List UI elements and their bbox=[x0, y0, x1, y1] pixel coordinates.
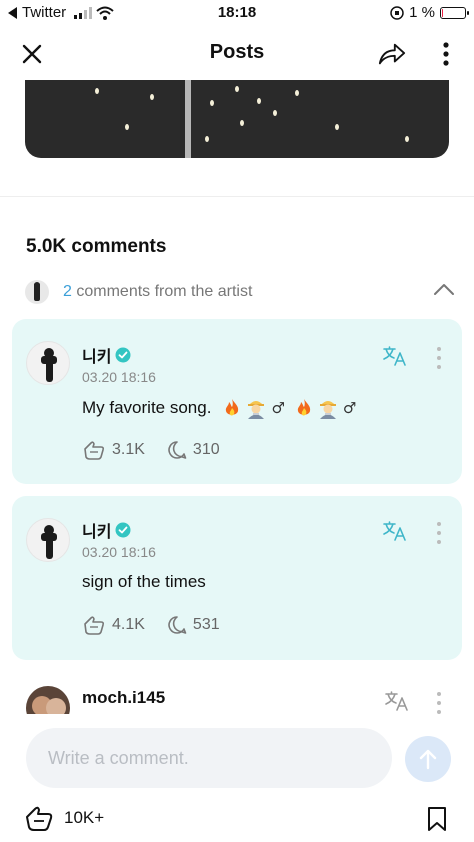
comment-date: 03.20 18:16 bbox=[82, 369, 156, 385]
comments-count: 5.0K comments bbox=[26, 236, 167, 257]
translate-icon[interactable] bbox=[382, 520, 408, 542]
status-bar: Twitter 18:18 1 % bbox=[0, 0, 474, 26]
light-speck bbox=[95, 88, 99, 94]
battery-icon bbox=[440, 6, 469, 19]
fire-emoji-icon bbox=[226, 399, 239, 416]
reply-icon[interactable] bbox=[167, 440, 187, 460]
post-image[interactable] bbox=[25, 80, 449, 158]
comment-date: 03.20 18:16 bbox=[82, 544, 156, 560]
light-speck bbox=[295, 90, 299, 96]
author-name: 니키 bbox=[82, 524, 112, 541]
avatar[interactable] bbox=[26, 518, 70, 562]
post-like-button[interactable]: 10K+ bbox=[24, 804, 104, 832]
arrow-up-icon bbox=[419, 749, 437, 770]
translate-icon[interactable] bbox=[384, 690, 410, 712]
artist-comments-text: comments from the artist bbox=[76, 283, 253, 300]
verified-badge-icon bbox=[115, 522, 131, 538]
comment-text: My favorite song. bbox=[82, 398, 212, 417]
comment-stats: 4.1K 531 bbox=[82, 614, 220, 636]
dot bbox=[437, 692, 441, 696]
bookmark-icon[interactable] bbox=[426, 806, 448, 832]
male-sign-icon: ♂ bbox=[342, 399, 357, 417]
reply-icon[interactable] bbox=[167, 615, 187, 635]
send-button[interactable] bbox=[405, 736, 451, 782]
comment-body: My favorite song. ♂ ♂ bbox=[82, 397, 362, 419]
light-speck bbox=[235, 86, 239, 92]
comment-text: sign of the times bbox=[82, 572, 206, 591]
verified-badge-icon bbox=[115, 347, 131, 363]
light-speck bbox=[257, 98, 261, 104]
reply-count: 531 bbox=[192, 616, 220, 633]
comment-body: sign of the times bbox=[82, 572, 206, 592]
divider bbox=[0, 196, 474, 197]
light-speck bbox=[273, 110, 277, 116]
share-icon bbox=[378, 43, 406, 65]
comment-more-button[interactable] bbox=[436, 692, 442, 714]
avatar[interactable] bbox=[26, 686, 70, 714]
top-nav: Posts bbox=[0, 28, 474, 78]
comment-author[interactable]: 니키 bbox=[82, 518, 131, 542]
light-speck bbox=[210, 100, 214, 106]
more-vertical-icon bbox=[443, 42, 449, 66]
light-speck bbox=[125, 124, 129, 130]
more-options-button[interactable] bbox=[432, 40, 460, 68]
dot bbox=[437, 540, 441, 544]
orientation-lock-icon bbox=[390, 5, 404, 20]
man-factory-worker-emoji-icon bbox=[319, 401, 336, 419]
light-speck bbox=[240, 120, 244, 126]
artist-comments-label: 2 comments from the artist bbox=[63, 283, 252, 301]
like-count: 3.1K bbox=[112, 441, 145, 458]
like-count: 4.1K bbox=[112, 616, 145, 633]
artist-comments-count: 2 bbox=[63, 283, 72, 300]
dot bbox=[437, 356, 441, 360]
light-speck bbox=[405, 136, 409, 142]
fire-emoji-icon bbox=[297, 399, 311, 416]
dot bbox=[437, 365, 441, 369]
light-speck bbox=[150, 94, 154, 100]
comment-stats: 3.1K 310 bbox=[82, 439, 220, 461]
avatar[interactable] bbox=[26, 341, 70, 385]
comment-item: moch.i145 bbox=[0, 684, 474, 714]
artist-comment-card: 니키 03.20 18:16 sign of the times 4.1K 53… bbox=[12, 496, 462, 660]
chevron-up-icon[interactable] bbox=[433, 282, 455, 296]
like-icon bbox=[26, 806, 53, 831]
author-name[interactable]: moch.i145 bbox=[82, 688, 165, 708]
dot bbox=[437, 531, 441, 535]
dot bbox=[437, 701, 441, 705]
male-sign-icon: ♂ bbox=[271, 399, 285, 417]
artist-comments-toggle[interactable]: 2 comments from the artist bbox=[25, 280, 455, 304]
light-speck bbox=[205, 136, 209, 142]
image-detail bbox=[185, 80, 191, 158]
comment-composer: 10K+ bbox=[0, 714, 474, 842]
man-factory-worker-emoji-icon bbox=[248, 401, 265, 419]
translate-icon[interactable] bbox=[382, 345, 408, 367]
battery-percent: 1 % bbox=[409, 4, 435, 21]
dot bbox=[437, 522, 441, 526]
comment-more-button[interactable] bbox=[436, 522, 442, 544]
author-name: 니키 bbox=[82, 349, 112, 366]
light-speck bbox=[335, 124, 339, 130]
comment-input[interactable] bbox=[26, 728, 392, 788]
artist-avatar bbox=[25, 280, 49, 304]
dot bbox=[437, 347, 441, 351]
artist-comment-card: 니키 03.20 18:16 My favorite song. ♂ ♂ 3.1… bbox=[12, 319, 462, 484]
comment-author[interactable]: 니키 bbox=[82, 343, 131, 367]
reply-count: 310 bbox=[192, 441, 220, 458]
like-icon[interactable] bbox=[82, 614, 106, 636]
like-icon[interactable] bbox=[82, 439, 106, 461]
post-like-count: 10K+ bbox=[64, 808, 105, 827]
comment-more-button[interactable] bbox=[436, 347, 442, 369]
share-button[interactable] bbox=[378, 40, 406, 68]
status-right: 1 % bbox=[390, 4, 469, 21]
